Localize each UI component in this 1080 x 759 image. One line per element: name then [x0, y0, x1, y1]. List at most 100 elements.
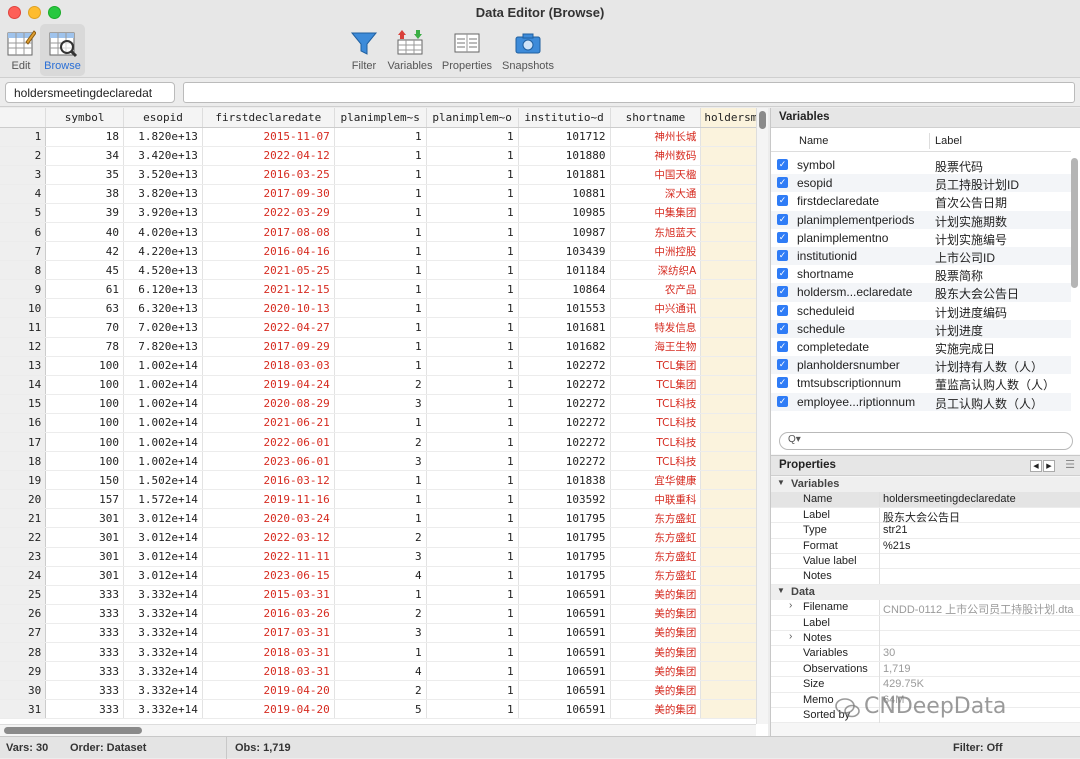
grid-cell[interactable]: 102272 — [518, 432, 611, 453]
grid-cell[interactable]: 1 — [334, 585, 427, 605]
grid-cell[interactable]: 42 — [45, 241, 124, 262]
grid-cell[interactable]: 1 — [334, 489, 427, 510]
variables-tool-button[interactable]: Variables — [384, 24, 436, 76]
property-row[interactable]: Variables 30 — [771, 646, 1080, 662]
filter-tool-button[interactable]: Filter — [346, 24, 382, 76]
grid-cell[interactable]: 3 — [334, 547, 427, 567]
grid-cell-date[interactable]: 2017-08-08 — [202, 222, 335, 243]
grid-cell[interactable]: 1 — [426, 623, 519, 644]
current-variable-name-field[interactable]: holdersmeetingdeclaredat — [5, 82, 175, 103]
grid-cell[interactable]: 2 — [334, 604, 427, 624]
grid-cell[interactable]: 3.012e+14 — [123, 566, 203, 586]
variable-visible-checkbox[interactable]: ✓ — [777, 213, 788, 225]
row-number[interactable]: 11 — [0, 317, 47, 338]
row-number[interactable]: 6 — [0, 222, 47, 243]
grid-cell[interactable]: 1 — [426, 642, 519, 663]
grid-cell[interactable]: 2 — [334, 432, 427, 453]
grid-cell[interactable]: 3.820e+13 — [123, 184, 203, 204]
grid-cell[interactable]: 5 — [334, 699, 427, 720]
grid-cell[interactable]: 7.820e+13 — [123, 337, 203, 357]
grid-cell[interactable]: 101712 — [518, 127, 611, 147]
grid-cell[interactable]: 1 — [334, 337, 427, 357]
row-number[interactable]: 3 — [0, 165, 47, 185]
variable-visible-checkbox[interactable]: ✓ — [777, 159, 788, 170]
row-number[interactable]: 24 — [0, 566, 47, 586]
grid-cell[interactable]: 1.002e+14 — [123, 375, 203, 395]
grid-cell[interactable]: 106591 — [518, 623, 611, 644]
grid-vertical-scrollbar[interactable] — [756, 108, 768, 724]
grid-cell[interactable]: 1 — [334, 127, 427, 147]
property-row[interactable]: Size 429.75K — [771, 677, 1080, 693]
grid-cell[interactable]: 101184 — [518, 260, 611, 281]
grid-cell[interactable]: 2 — [334, 375, 427, 395]
grid-cell[interactable]: 1 — [426, 413, 519, 434]
grid-cell[interactable]: 1 — [334, 279, 427, 300]
grid-cell-date[interactable]: 2020-03-24 — [202, 508, 335, 529]
grid-cell[interactable]: 1 — [426, 585, 519, 605]
grid-cell-shortname[interactable]: 美的集团 — [610, 604, 702, 624]
row-number[interactable]: 4 — [0, 184, 47, 204]
grid-cell[interactable]: 100 — [45, 451, 124, 472]
grid-cell[interactable]: 1 — [426, 127, 519, 147]
snapshots-tool-button[interactable]: Snapshots — [498, 24, 558, 76]
row-number[interactable]: 13 — [0, 356, 47, 376]
grid-cell[interactable]: 106591 — [518, 661, 611, 682]
grid-cell[interactable]: 3.012e+14 — [123, 547, 203, 567]
grid-cell-shortname[interactable]: 中洲控股 — [610, 241, 702, 262]
grid-cell[interactable]: 1 — [334, 222, 427, 243]
variable-list-item[interactable]: ✓ esopid 员工持股计划ID — [771, 174, 1071, 193]
variable-visible-checkbox[interactable]: ✓ — [777, 195, 788, 207]
grid-cell-date[interactable]: 2016-04-16 — [202, 241, 335, 262]
grid-cell-date[interactable]: 2020-10-13 — [202, 298, 335, 319]
grid-cell[interactable]: 6.320e+13 — [123, 298, 203, 319]
column-header[interactable]: symbol — [45, 108, 124, 128]
previous-arrow-icon[interactable]: ◀ — [1030, 460, 1042, 472]
variable-visible-checkbox[interactable]: ✓ — [777, 177, 788, 189]
grid-cell[interactable]: 333 — [45, 585, 124, 605]
cell-value-field[interactable] — [183, 82, 1075, 103]
grid-cell[interactable]: 1 — [426, 184, 519, 204]
grid-cell[interactable]: 1 — [426, 566, 519, 586]
grid-cell[interactable]: 1 — [426, 203, 519, 223]
row-number[interactable]: 8 — [0, 260, 47, 281]
variables-scrollbar[interactable] — [1069, 154, 1079, 412]
grid-cell[interactable]: 1.002e+14 — [123, 451, 203, 472]
grid-cell[interactable]: 34 — [45, 146, 124, 166]
grid-cell-shortname[interactable]: 美的集团 — [610, 699, 702, 720]
property-row[interactable]: Label — [771, 615, 1080, 631]
grid-cell[interactable]: 10881 — [518, 184, 611, 204]
row-number[interactable]: 22 — [0, 527, 47, 548]
row-number[interactable]: 17 — [0, 432, 47, 453]
variable-list-item[interactable]: ✓ holdersm...eclaredate 股东大会公告日 — [771, 283, 1071, 302]
grid-cell-date[interactable]: 2019-04-24 — [202, 375, 335, 395]
variable-visible-checkbox[interactable]: ✓ — [777, 359, 788, 371]
grid-cell-date[interactable]: 2018-03-31 — [202, 661, 335, 682]
data-grid[interactable]: symbol esopid firstdeclaredate planimplem~s… — [0, 108, 768, 736]
row-number[interactable]: 18 — [0, 451, 47, 472]
row-number[interactable]: 2 — [0, 146, 47, 166]
properties-tool-button[interactable]: Properties — [438, 24, 496, 76]
grid-cell[interactable]: 333 — [45, 642, 124, 663]
grid-cell[interactable]: 1 — [334, 241, 427, 262]
browse-tool-button[interactable]: Browse — [40, 24, 85, 76]
variable-list-item[interactable]: ✓ institutionid 上市公司ID — [771, 247, 1071, 266]
row-number[interactable]: 29 — [0, 661, 47, 682]
grid-cell[interactable]: 100 — [45, 356, 124, 376]
grid-cell[interactable]: 63 — [45, 298, 124, 319]
grid-cell-shortname[interactable]: 美的集团 — [610, 642, 702, 663]
grid-cell[interactable]: 102272 — [518, 356, 611, 376]
row-number[interactable]: 9 — [0, 279, 47, 300]
grid-cell[interactable]: 3.420e+13 — [123, 146, 203, 166]
grid-cell[interactable]: 1.002e+14 — [123, 432, 203, 453]
grid-cell[interactable]: 1 — [426, 547, 519, 567]
column-header[interactable]: esopid — [123, 108, 203, 128]
grid-cell-shortname[interactable]: 东旭蓝天 — [610, 222, 702, 243]
grid-cell[interactable]: 1 — [426, 222, 519, 243]
property-row[interactable]: Format %21s — [771, 538, 1080, 554]
grid-cell[interactable]: 4 — [334, 661, 427, 682]
grid-cell-date[interactable]: 2019-11-16 — [202, 489, 335, 510]
grid-cell[interactable]: 3.332e+14 — [123, 699, 203, 720]
variables-search-input[interactable]: Q▾ — [779, 432, 1073, 450]
grid-cell[interactable]: 10987 — [518, 222, 611, 243]
variable-visible-checkbox[interactable]: ✓ — [777, 377, 788, 389]
